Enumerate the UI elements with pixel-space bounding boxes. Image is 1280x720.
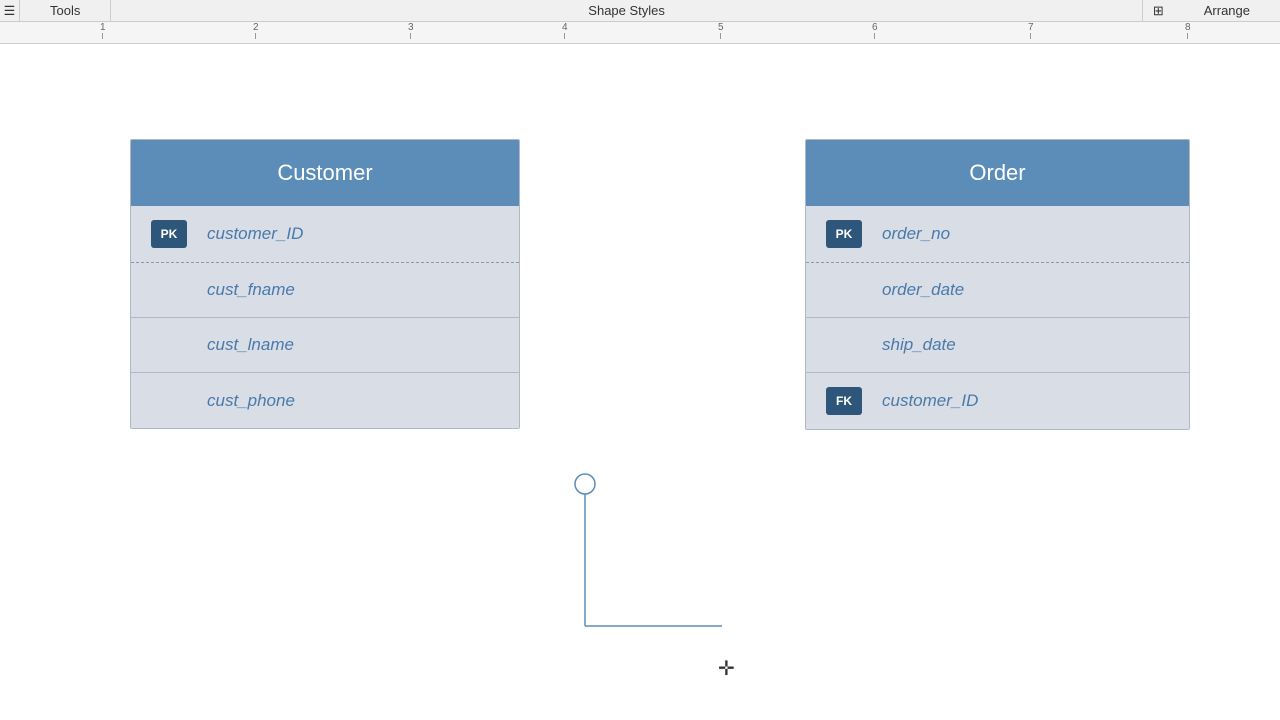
- order-pk-badge: PK: [826, 220, 862, 248]
- arrange-label: Arrange: [1204, 3, 1250, 18]
- customer-lname-row: cust_lname: [131, 318, 519, 373]
- order-fk-badge: FK: [826, 387, 862, 415]
- customer-table[interactable]: Customer PK customer_ID cust_fname cust_…: [130, 139, 520, 429]
- shape-styles-label: Shape Styles: [588, 3, 665, 18]
- order-date-field: order_date: [882, 280, 964, 300]
- customer-pk-row: PK customer_ID: [131, 206, 519, 263]
- order-title: Order: [969, 160, 1025, 185]
- toolbar: ☰ Tools Shape Styles ⊞ Arrange: [0, 0, 1280, 22]
- canvas: Customer PK customer_ID cust_fname cust_…: [0, 44, 1280, 720]
- order-date-row: order_date: [806, 263, 1189, 318]
- customer-table-header: Customer: [131, 140, 519, 206]
- ruler: 1 2 3 4 5 6 7 8: [0, 22, 1280, 44]
- arrange-icon: ⊞: [1153, 3, 1164, 19]
- cursor-icon: ✛: [718, 656, 735, 681]
- menu-icon[interactable]: ☰: [0, 0, 20, 21]
- ruler-mark-8: 8: [1185, 22, 1191, 39]
- ruler-mark-4: 4: [562, 22, 568, 39]
- ruler-mark-3: 3: [408, 22, 414, 39]
- tools-menu[interactable]: Tools: [20, 0, 111, 21]
- ruler-mark-5: 5: [718, 22, 724, 39]
- tools-label: Tools: [50, 3, 80, 18]
- customer-fname-field: cust_fname: [207, 280, 295, 300]
- ship-date-field: ship_date: [882, 335, 956, 355]
- customer-phone-row: cust_phone: [131, 373, 519, 428]
- order-table-header: Order: [806, 140, 1189, 206]
- customer-fname-row: cust_fname: [131, 263, 519, 318]
- order-table[interactable]: Order PK order_no order_date ship_date F…: [805, 139, 1190, 430]
- ship-date-row: ship_date: [806, 318, 1189, 373]
- order-pk-row: PK order_no: [806, 206, 1189, 263]
- arrange-menu[interactable]: Arrange: [1174, 0, 1280, 21]
- ruler-mark-6: 6: [872, 22, 878, 39]
- customer-id-field: customer_ID: [207, 224, 303, 244]
- shape-styles-menu[interactable]: Shape Styles: [111, 0, 1142, 21]
- arrange-icon-container: ⊞: [1143, 0, 1174, 21]
- customer-table-body: PK customer_ID cust_fname cust_lname cus…: [131, 206, 519, 428]
- ruler-mark-1: 1: [100, 22, 106, 39]
- customer-pk-badge: PK: [151, 220, 187, 248]
- customer-title: Customer: [277, 160, 372, 185]
- customer-phone-field: cust_phone: [207, 391, 295, 411]
- customer-lname-field: cust_lname: [207, 335, 294, 355]
- ruler-mark-7: 7: [1028, 22, 1034, 39]
- order-fk-row: FK customer_ID: [806, 373, 1189, 429]
- order-table-body: PK order_no order_date ship_date FK cust…: [806, 206, 1189, 429]
- order-no-field: order_no: [882, 224, 950, 244]
- ruler-mark-2: 2: [253, 22, 259, 39]
- order-customer-id-field: customer_ID: [882, 391, 978, 411]
